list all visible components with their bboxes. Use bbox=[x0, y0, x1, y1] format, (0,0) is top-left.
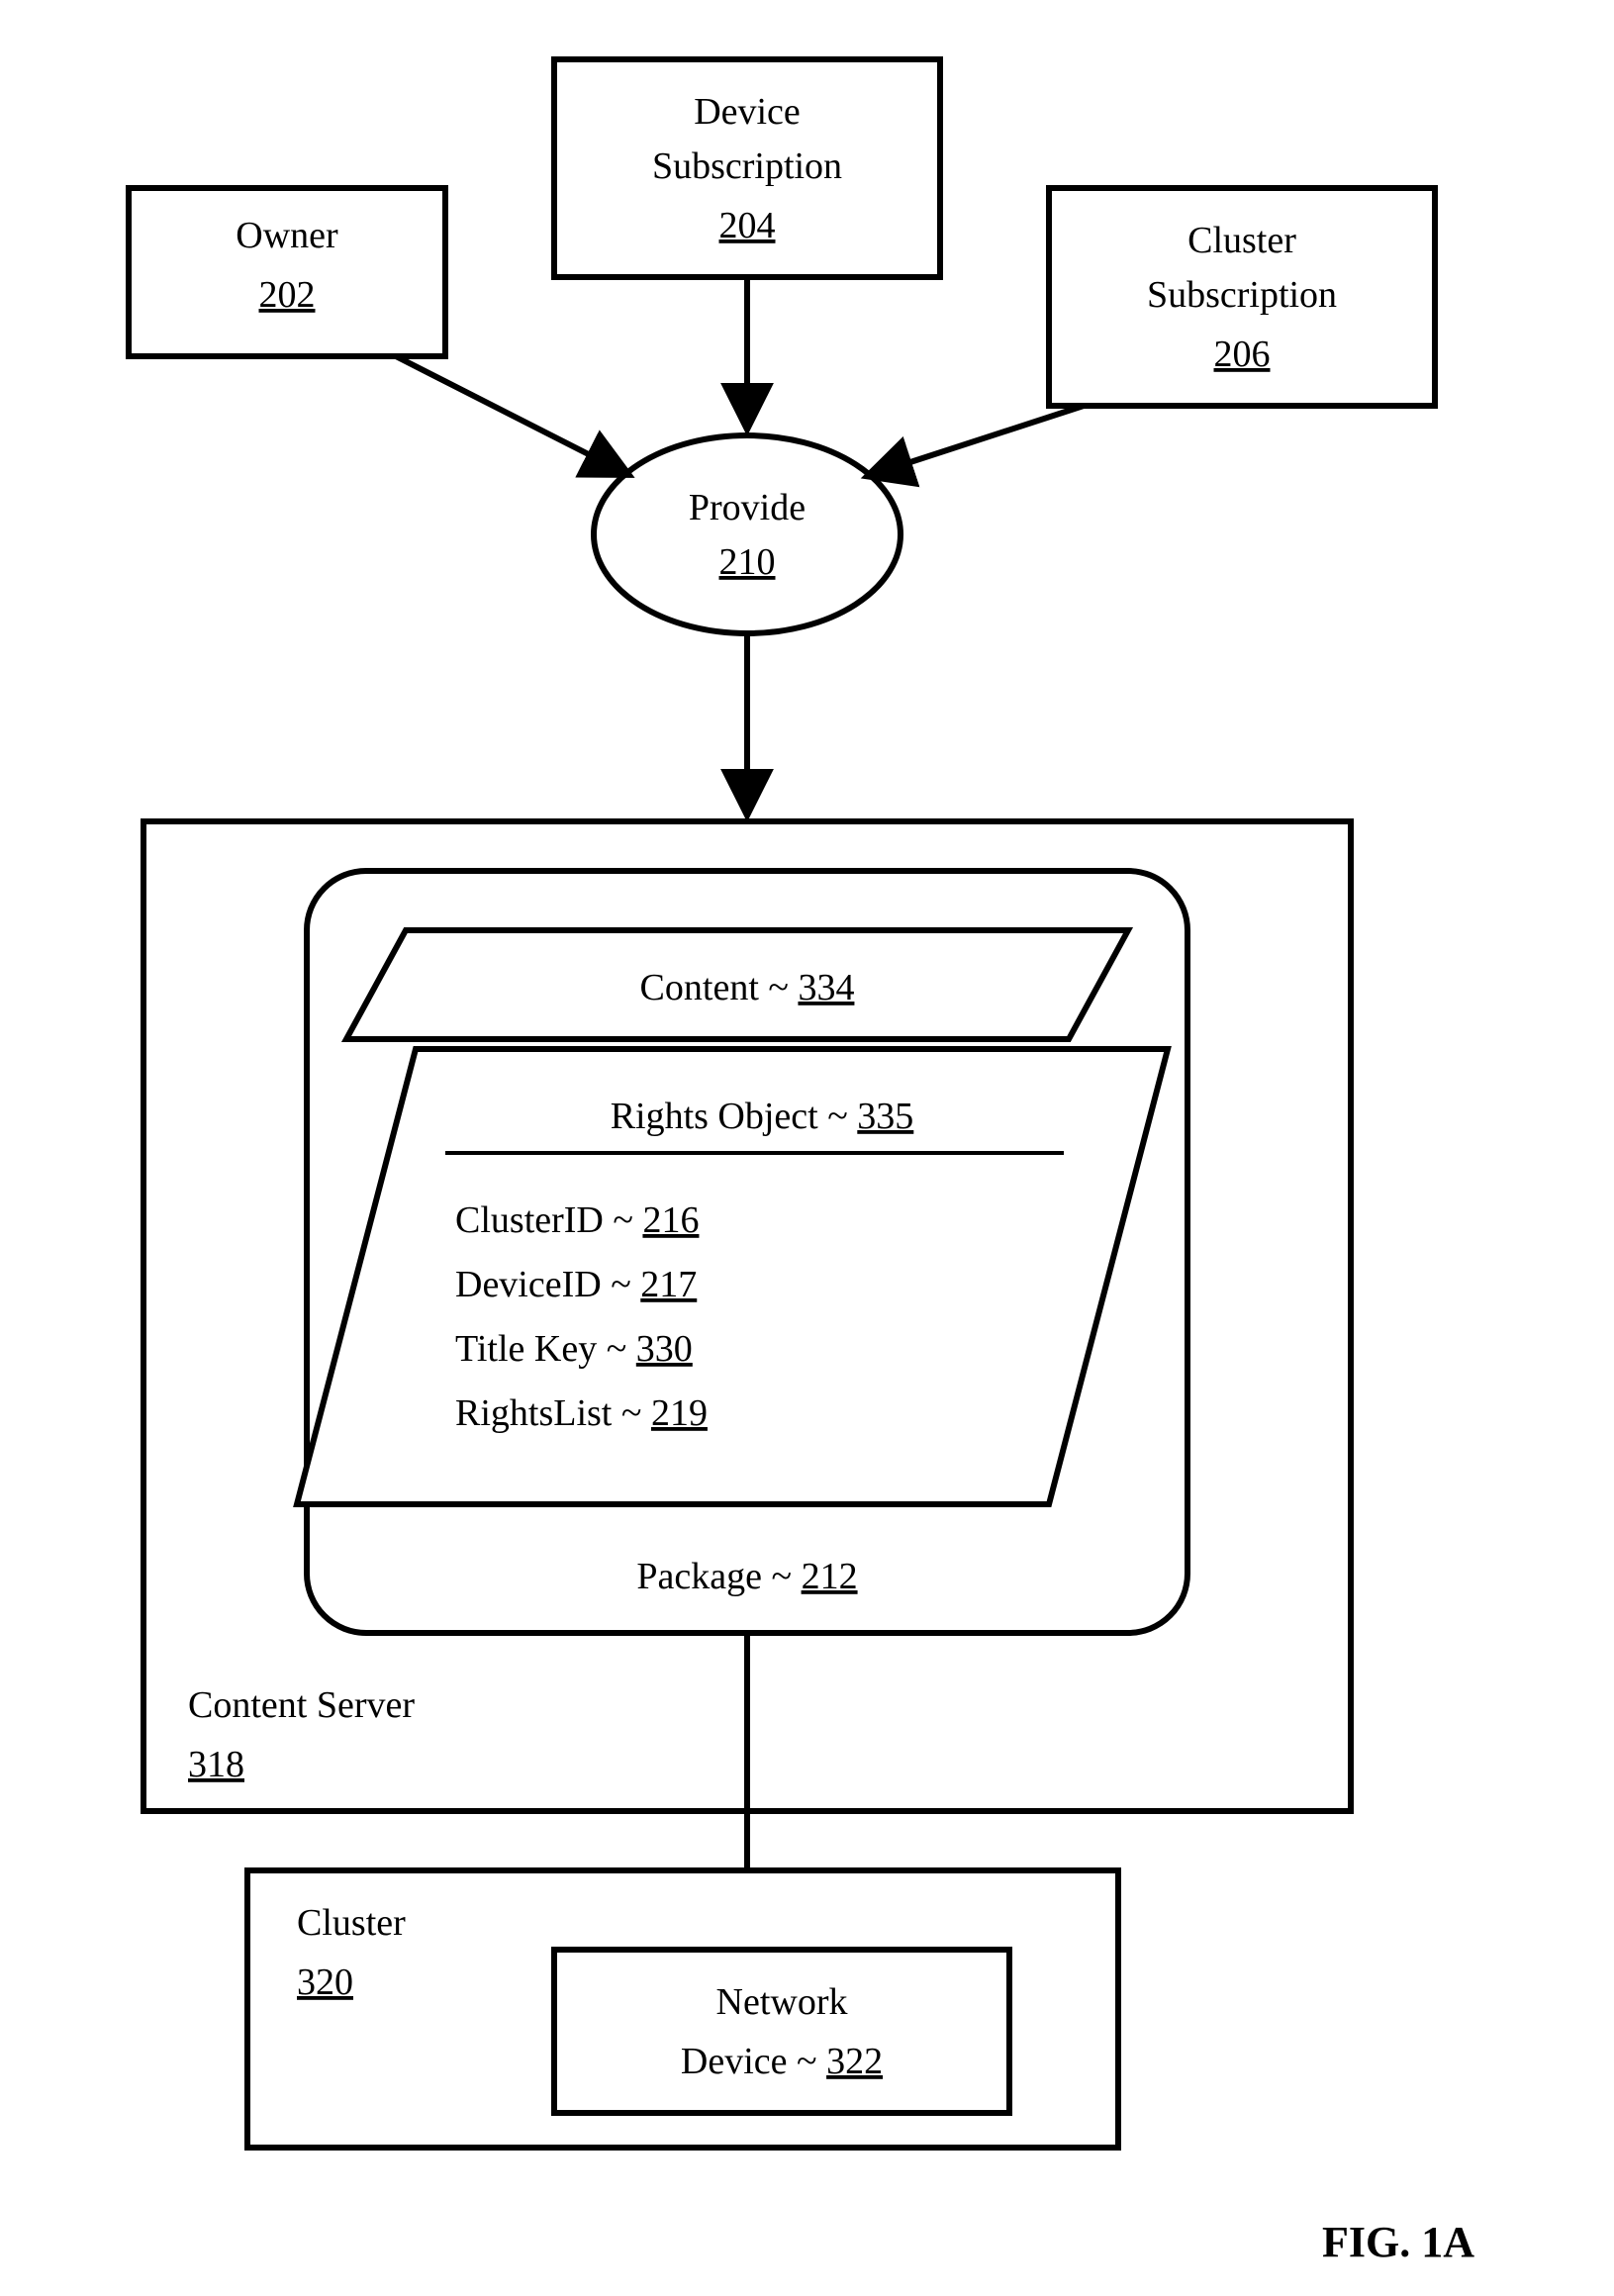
svg-text:Package ~ 212: Package ~ 212 bbox=[636, 1556, 857, 1597]
svg-text:320: 320 bbox=[297, 1961, 353, 2003]
svg-text:Owner: Owner bbox=[236, 215, 338, 256]
cluster-ref: 320 bbox=[297, 1961, 353, 2003]
svg-text:318: 318 bbox=[188, 1744, 244, 1785]
content-server-ref: 318 bbox=[188, 1744, 244, 1785]
svg-text:Subscription: Subscription bbox=[652, 145, 842, 187]
network-device-ref: 322 bbox=[826, 2041, 883, 2082]
svg-text:ClusterID ~ 216: ClusterID ~ 216 bbox=[455, 1199, 699, 1241]
cluster-sub-line1: Cluster bbox=[1187, 220, 1296, 261]
figure-label: FIG. 1A bbox=[1322, 2218, 1474, 2266]
provide-node: Provide 210 bbox=[594, 435, 901, 633]
owner-ref: 202 bbox=[259, 274, 316, 316]
content-parallelogram: Content ~ 334 bbox=[346, 930, 1128, 1039]
svg-text:Device ~ 322: Device ~ 322 bbox=[681, 2041, 883, 2082]
svg-text:Subscription: Subscription bbox=[1147, 274, 1337, 316]
svg-text:Title Key ~ 330: Title Key ~ 330 bbox=[455, 1328, 693, 1370]
svg-text:202: 202 bbox=[259, 274, 316, 316]
package-label: Package bbox=[636, 1556, 762, 1597]
svg-text:Rights Object ~ 335: Rights Object ~ 335 bbox=[611, 1096, 914, 1137]
device-sub-ref: 204 bbox=[719, 205, 776, 246]
rights-field-3-ref: 219 bbox=[651, 1392, 708, 1434]
svg-text:Device: Device bbox=[694, 91, 801, 133]
diagram-canvas: Owner 202 Device Subscription 204 Cluste… bbox=[0, 0, 1614, 2296]
svg-text:FIG. 1A: FIG. 1A bbox=[1322, 2218, 1474, 2266]
rights-field-2-label: Title Key bbox=[455, 1328, 597, 1370]
rights-object-ref: 335 bbox=[857, 1096, 913, 1137]
cluster-label: Cluster bbox=[297, 1902, 406, 1944]
content-label: Content bbox=[640, 967, 760, 1008]
svg-text:204: 204 bbox=[719, 205, 776, 246]
rights-field-1-label: DeviceID bbox=[455, 1264, 602, 1305]
owner-box: Owner 202 bbox=[129, 188, 445, 356]
network-device-line2: Device bbox=[681, 2041, 788, 2082]
arrow-clustersub-to-provide bbox=[871, 406, 1084, 475]
rights-object-parallelogram: Rights Object ~ 335 ClusterID ~ 216 Devi… bbox=[297, 1049, 1168, 1504]
svg-text:Network: Network bbox=[716, 1981, 848, 2023]
rights-field-0-ref: 216 bbox=[642, 1199, 699, 1241]
provide-ref: 210 bbox=[719, 541, 776, 583]
rights-field-3-label: RightsList bbox=[455, 1392, 613, 1434]
svg-text:210: 210 bbox=[719, 541, 776, 583]
cluster-subscription-box: Cluster Subscription 206 bbox=[1049, 188, 1435, 406]
arrow-owner-to-provide bbox=[396, 356, 625, 473]
svg-text:Provide: Provide bbox=[689, 487, 806, 528]
owner-label: Owner bbox=[236, 215, 338, 256]
content-server-label: Content Server bbox=[188, 1684, 415, 1726]
rights-object-label: Rights Object bbox=[611, 1096, 818, 1137]
network-device-line1: Network bbox=[716, 1981, 848, 2023]
svg-text:Cluster: Cluster bbox=[1187, 220, 1296, 261]
cluster-sub-line2: Subscription bbox=[1147, 274, 1337, 316]
svg-text:Cluster: Cluster bbox=[297, 1902, 406, 1944]
network-device-box: Network Device ~ 322 bbox=[554, 1950, 1009, 2113]
svg-text:206: 206 bbox=[1214, 334, 1271, 375]
provide-label: Provide bbox=[689, 487, 806, 528]
package-ref: 212 bbox=[802, 1556, 858, 1597]
device-subscription-box: Device Subscription 204 bbox=[554, 59, 940, 277]
rights-field-1-ref: 217 bbox=[640, 1264, 697, 1305]
device-sub-line1: Device bbox=[694, 91, 801, 133]
svg-text:Content Server: Content Server bbox=[188, 1684, 415, 1726]
svg-text:RightsList ~ 219: RightsList ~ 219 bbox=[455, 1392, 708, 1434]
svg-text:DeviceID ~ 217: DeviceID ~ 217 bbox=[455, 1264, 697, 1305]
content-ref: 334 bbox=[798, 967, 854, 1008]
svg-text:Content ~ 334: Content ~ 334 bbox=[640, 967, 855, 1008]
device-sub-line2: Subscription bbox=[652, 145, 842, 187]
rights-field-0-label: ClusterID bbox=[455, 1199, 604, 1241]
rights-field-2-ref: 330 bbox=[636, 1328, 693, 1370]
cluster-sub-ref: 206 bbox=[1214, 334, 1271, 375]
